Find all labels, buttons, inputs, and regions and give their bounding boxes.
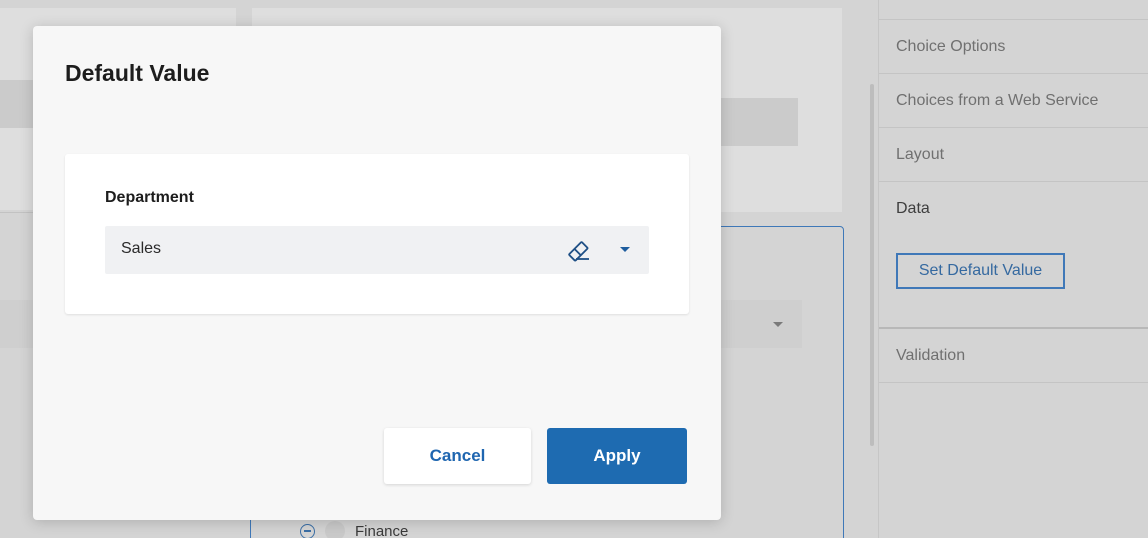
department-dropdown[interactable]: Sales bbox=[105, 226, 649, 274]
set-default-value-button: Set Default Value bbox=[896, 253, 1065, 289]
side-item-choice-options: Choice Options bbox=[879, 20, 1148, 74]
option-label: Finance bbox=[355, 522, 409, 538]
side-item-data: Data bbox=[896, 200, 930, 217]
remove-circle-icon bbox=[300, 523, 315, 538]
default-value-dialog: Default Value Department Sales Cancel Ap… bbox=[33, 26, 721, 520]
scrollbar bbox=[870, 84, 874, 446]
side-item-web-service-choices: Choices from a Web Service bbox=[879, 74, 1148, 128]
background-dropdown-caret-icon bbox=[773, 322, 783, 327]
dialog-title: Default Value bbox=[65, 60, 210, 86]
properties-panel: Choice Options Choices from a Web Servic… bbox=[878, 0, 1148, 538]
department-label: Department bbox=[105, 189, 194, 206]
side-item-validation: Validation bbox=[879, 329, 1148, 383]
caret-down-icon[interactable] bbox=[615, 242, 635, 258]
apply-button[interactable]: Apply bbox=[547, 428, 687, 484]
background-option-row: Finance bbox=[300, 520, 408, 538]
side-item-partial bbox=[879, 0, 1148, 20]
background-row-center bbox=[720, 98, 798, 146]
field-card: Department Sales bbox=[65, 154, 689, 314]
selected-value: Sales bbox=[121, 240, 162, 257]
radio-button bbox=[325, 521, 345, 538]
cancel-button[interactable]: Cancel bbox=[384, 428, 531, 484]
eraser-icon[interactable] bbox=[566, 238, 594, 262]
side-item-layout: Layout bbox=[879, 128, 1148, 182]
